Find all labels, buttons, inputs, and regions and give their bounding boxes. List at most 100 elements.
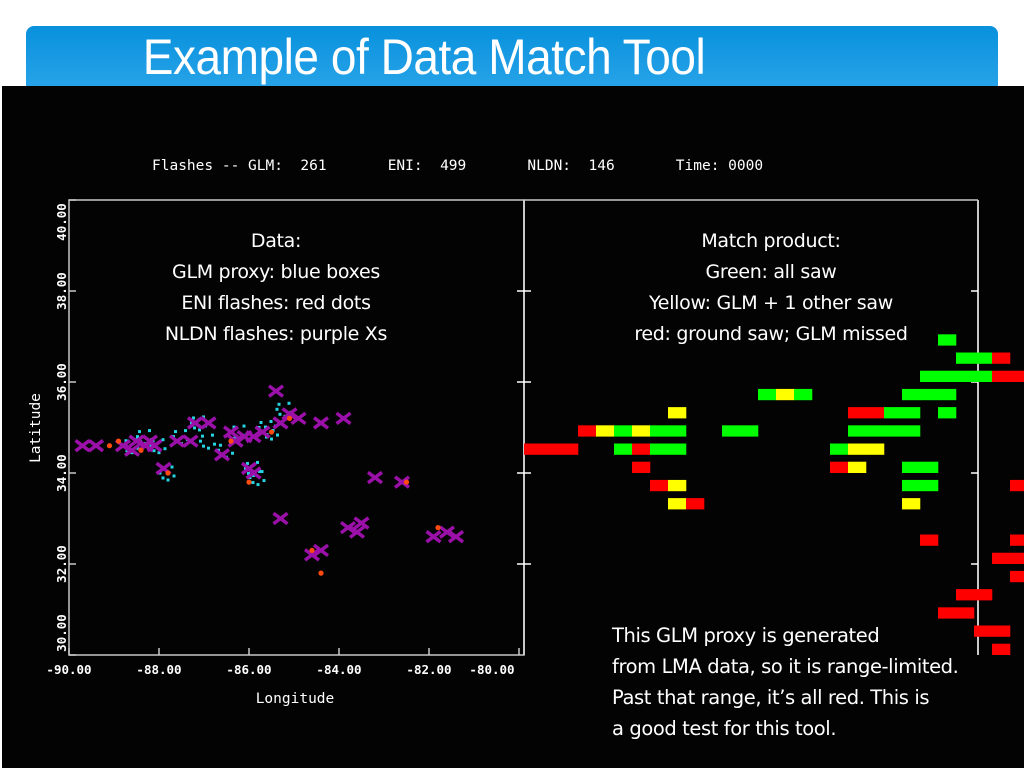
match-cell-green [938,370,957,382]
match-cell-green [920,461,939,473]
y-tick-label: 36.00 [54,363,69,401]
match-cell-red [938,607,957,619]
match-cell-red [1010,479,1024,492]
nldn-flash-x [213,448,231,462]
match-cell-green [668,425,687,437]
match-cell-green [650,425,669,437]
match-cell-green [938,407,957,419]
match-cell-green [956,352,975,364]
glm-proxy-box [259,421,263,424]
eni-flash-dot [309,547,315,553]
glm-proxy-box [199,439,202,443]
match-cell-red [1010,534,1024,546]
match-cell-red [1010,370,1024,382]
match-cell-red [1010,552,1024,564]
match-cell-green [902,479,921,492]
x-tick-label: -80.00 [469,662,514,677]
match-cell-green [884,425,903,437]
match-cell-green [902,425,921,437]
nldn-flash-x [182,434,199,448]
match-cell-green [974,370,993,382]
match-cell-yellow [866,443,885,455]
right-plot-marks [524,334,1024,655]
match-cell-red [866,407,885,419]
eni-flash-dot [165,470,171,476]
match-cell-red [632,461,651,473]
glm-proxy-box [256,460,259,464]
glm-proxy-box [161,438,165,442]
match-cell-yellow [596,425,615,437]
nldn-flash-x [267,384,285,398]
glm-proxy-box [166,478,170,482]
match-cell-green [614,443,633,455]
match-cell-yellow [668,407,687,419]
eni-flash-dot [268,429,275,435]
eni-flash-dot [435,525,441,531]
match-cell-green [614,425,633,437]
glm-proxy-box [277,402,281,406]
x-axis-label: Longitude [256,691,335,707]
match-cell-red [524,443,543,455]
glm-proxy-box [260,470,264,474]
glm-proxy-box [172,474,176,478]
annotation-line: GLM proxy: blue boxes [172,261,380,283]
nldn-flash-x [366,470,384,485]
glm-proxy-box [201,434,204,438]
match-cell-green [848,425,867,437]
glm-proxy-box [262,479,266,483]
nldn-flash-x [312,416,330,430]
match-cell-green [956,370,975,382]
glm-proxy-box [163,447,167,451]
match-cell-green [866,425,885,437]
y-tick-label: 40.00 [54,203,69,241]
match-cell-green [758,388,777,401]
glm-proxy-box [278,412,282,416]
nldn-flash-x [87,439,105,453]
match-cell-green [920,370,939,382]
annotation-line: Data: [250,230,302,252]
annotation-line: red: ground saw; GLM missed [634,323,908,345]
match-cell-green [722,425,741,437]
match-cell-red [1010,570,1024,583]
eni-flash-dot [115,438,122,444]
glm-proxy-box [270,437,273,441]
nldn-flash-x [425,530,442,544]
match-cell-red [956,607,975,619]
match-cell-yellow [668,498,687,510]
nldn-flash-x [74,439,91,453]
glm-proxy-box [287,401,291,405]
glm-proxy-box [269,420,273,423]
glm-proxy-box [276,433,279,437]
nldn-flash-x [168,434,186,448]
y-tick-label: 30.00 [54,614,69,652]
match-cell-green [902,407,921,419]
x-tick-label: -86.00 [226,662,271,677]
left-plot-marks [74,384,465,576]
nldn-flash-x [272,511,289,526]
match-cell-green [902,388,921,401]
match-cell-green [650,443,669,455]
match-cell-red [992,370,1011,382]
nldn-flash-x [335,411,352,426]
match-cell-red [686,498,705,510]
match-cell-yellow [848,443,867,455]
glm-proxy-box [251,481,255,485]
glm-proxy-box [174,430,177,434]
match-cell-green [974,352,993,364]
annotation-line: Yellow: GLM + 1 other saw [649,292,893,314]
eni-flash-dot [228,438,234,444]
note-line: a good test for this tool. [612,717,837,740]
match-cell-red [650,479,669,492]
data-legend-annotation: Data: GLM proxy: blue boxes ENI flashes:… [120,226,432,350]
note-line: from LMA data, so it is range-limited. [612,655,959,678]
annotation-line: ENI flashes: red dots [181,292,371,314]
match-cell-red [632,443,651,455]
annotation-line: NLDN flashes: purple Xs [164,323,388,345]
eni-flash-dot [286,415,293,421]
match-cell-red [956,589,975,601]
match-cell-red [920,534,939,546]
match-cell-green [938,388,957,401]
match-cell-red [830,461,849,473]
match-cell-red [974,589,993,601]
match-cell-red [992,352,1011,364]
